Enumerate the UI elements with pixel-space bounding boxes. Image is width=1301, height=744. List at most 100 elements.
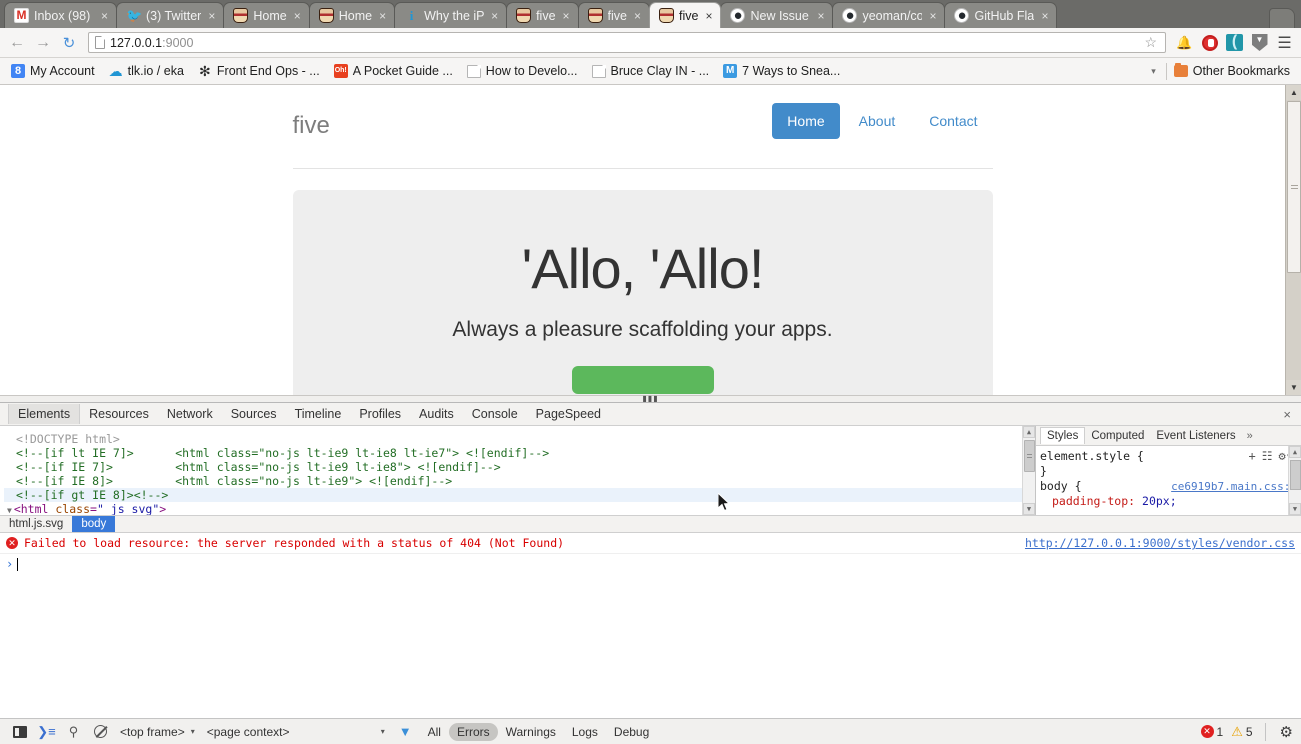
filter-debug-button[interactable]: Debug [606, 723, 657, 741]
tab-close-icon[interactable]: × [292, 10, 303, 22]
tab-computed[interactable]: Computed [1085, 428, 1150, 444]
tab-close-icon[interactable]: × [489, 10, 500, 22]
tab-close-icon[interactable]: × [561, 10, 572, 22]
tab-close-icon[interactable]: × [927, 10, 938, 22]
browser-tab-0[interactable]: Inbox (98) - × [4, 2, 117, 28]
console-prompt[interactable]: › [0, 554, 1301, 574]
tab-close-icon[interactable]: × [99, 10, 110, 22]
scrollbar-down-arrow-icon[interactable]: ▼ [1286, 380, 1301, 395]
tab-styles[interactable]: Styles [1040, 427, 1086, 444]
devtools-tab-pagespeed[interactable]: PageSpeed [527, 404, 610, 424]
back-icon[interactable]: ← [6, 32, 28, 54]
style-rule-source-link[interactable]: ce6919b7.main.css:1 [1171, 479, 1297, 494]
nav-link-about[interactable]: About [844, 103, 911, 139]
devtools-tab-audits[interactable]: Audits [410, 404, 463, 424]
browser-tab-6[interactable]: five × [577, 2, 651, 28]
dom-tree-pane[interactable]: <!DOCTYPE html> <!--[if lt IE 7]> <html c… [0, 426, 1035, 515]
devtools-tab-elements[interactable]: Elements [8, 404, 81, 424]
tab-close-icon[interactable]: × [632, 10, 643, 22]
devtools-tab-network[interactable]: Network [158, 404, 222, 424]
bookmark-star-icon[interactable]: ☆ [1144, 34, 1159, 51]
bookmark-item-0[interactable]: My Account [4, 62, 102, 80]
tab-close-icon[interactable]: × [1039, 10, 1050, 22]
filter-logs-button[interactable]: Logs [564, 723, 606, 741]
styles-scrollbar-thumb[interactable] [1290, 460, 1301, 490]
bookmark-item-2[interactable]: Front End Ops - ... [191, 62, 327, 80]
bookmark-item-1[interactable]: tlk.io / eka [102, 62, 191, 80]
bookmarks-overflow-icon[interactable]: ▾ [1141, 66, 1166, 77]
style-property-padding-top[interactable]: padding-top: 20px; [1040, 494, 1297, 509]
browser-tab-3[interactable]: Home × [308, 2, 396, 28]
frame-select[interactable]: <top frame> ▾ [114, 721, 201, 743]
filter-warnings-button[interactable]: Warnings [498, 723, 564, 741]
add-rule-icon[interactable]: + [1249, 449, 1256, 464]
browser-tab-4[interactable]: Why the iPl × [394, 2, 508, 28]
tab-close-icon[interactable]: × [815, 10, 826, 22]
dom-pane-scrollbar[interactable]: ▲ ▼ [1022, 426, 1035, 515]
reload-icon[interactable]: ↻ [58, 32, 80, 54]
devtools-close-icon[interactable]: × [1283, 407, 1291, 422]
dom-line-4[interactable]: <!--[if gt IE 8]><!--> [4, 488, 1035, 502]
jumbotron-cta-button[interactable] [571, 365, 714, 394]
browser-tab-7[interactable]: five × [649, 2, 722, 28]
element-state-icon[interactable]: ☷ [1262, 449, 1273, 464]
dom-line-5[interactable]: ▼ <html class=" js svg"> [4, 502, 1035, 515]
dock-toggle-icon[interactable] [6, 721, 33, 743]
browser-tab-2[interactable]: Home × [223, 2, 310, 28]
styles-scrollbar[interactable]: ▲ ▼ [1288, 446, 1301, 515]
devtools-tab-sources[interactable]: Sources [222, 404, 286, 424]
styles-more-icon[interactable]: » [1242, 430, 1258, 442]
site-brand[interactable]: five [293, 99, 330, 140]
dom-scroll-down-icon[interactable]: ▼ [1023, 503, 1035, 515]
bookmark-item-6[interactable]: 7 Ways to Snea... [716, 62, 847, 80]
search-icon[interactable]: ⚲ [60, 721, 87, 743]
browser-tab-9[interactable]: yeoman/co × [832, 2, 946, 28]
nav-link-contact[interactable]: Contact [914, 103, 992, 139]
dom-scrollbar-thumb[interactable] [1024, 440, 1035, 472]
devtools-resize-handle[interactable]: ▮▮▮ [0, 395, 1301, 403]
scrollbar-up-arrow-icon[interactable]: ▲ [1286, 85, 1301, 100]
browser-tab-8[interactable]: New Issue · × [720, 2, 834, 28]
context-select[interactable]: <page context> ▾ [201, 721, 391, 743]
breadcrumb-item-body[interactable]: body [72, 516, 116, 532]
dom-line-3[interactable]: <!--[if IE 8]> <html class="no-js lt-ie9… [4, 474, 1035, 488]
clear-console-icon[interactable] [87, 721, 114, 743]
devtools-tab-resources[interactable]: Resources [80, 404, 158, 424]
styles-scroll-up-icon[interactable]: ▲ [1289, 446, 1301, 458]
page-scrollbar[interactable]: ▲ ▼ [1285, 85, 1301, 395]
dom-line-1[interactable]: <!--[if lt IE 7]> <html class="no-js lt-… [4, 446, 1035, 460]
expand-triangle-icon[interactable]: ▼ [7, 506, 14, 515]
styles-scroll-down-icon[interactable]: ▼ [1289, 503, 1301, 515]
filter-all-button[interactable]: All [420, 723, 449, 741]
show-drawer-icon[interactable]: ❯≡ [33, 721, 60, 743]
devtools-tab-console[interactable]: Console [463, 404, 527, 424]
other-bookmarks-folder[interactable]: Other Bookmarks [1167, 62, 1297, 80]
devtools-tab-timeline[interactable]: Timeline [286, 404, 351, 424]
error-count-badge[interactable]: ✕ 1 [1200, 725, 1223, 739]
adblock-icon[interactable] [1199, 32, 1220, 53]
bookmark-item-5[interactable]: Bruce Clay IN - ... [585, 62, 717, 80]
browser-tab-1[interactable]: (3) Twitter × [116, 2, 225, 28]
bell-icon[interactable]: 🔔 [1174, 32, 1195, 53]
nav-link-home[interactable]: Home [772, 103, 840, 139]
warning-count-badge[interactable]: ⚠ 5 [1231, 724, 1252, 740]
filter-funnel-icon[interactable]: ▼ [391, 724, 420, 739]
tab-close-icon[interactable]: × [206, 10, 217, 22]
browser-tab-10[interactable]: GitHub Flav × [944, 2, 1058, 28]
browser-tab-5[interactable]: five × [506, 2, 579, 28]
wifi-icon[interactable] [1224, 32, 1245, 53]
dom-line-2[interactable]: <!--[if IE 7]> <html class="no-js lt-ie9… [4, 460, 1035, 474]
bookmark-item-3[interactable]: A Pocket Guide ... [327, 62, 460, 80]
tab-close-icon[interactable]: × [377, 10, 388, 22]
console-message-source-link[interactable]: http://127.0.0.1:9000/styles/vendor.css [1025, 536, 1295, 550]
bookmark-item-4[interactable]: How to Develo... [460, 62, 585, 80]
scrollbar-thumb[interactable] [1287, 101, 1301, 273]
devtools-tab-profiles[interactable]: Profiles [350, 404, 410, 424]
forward-icon[interactable]: → [32, 32, 54, 54]
filter-errors-button[interactable]: Errors [448, 722, 498, 741]
tab-close-icon[interactable]: × [703, 10, 714, 22]
dom-scroll-up-icon[interactable]: ▲ [1023, 426, 1035, 438]
devtools-settings-icon[interactable]: ⚙ [1274, 723, 1293, 741]
tab-event-listeners[interactable]: Event Listeners [1150, 428, 1241, 444]
address-bar[interactable]: 127.0.0.1:9000 ☆ [88, 32, 1166, 53]
